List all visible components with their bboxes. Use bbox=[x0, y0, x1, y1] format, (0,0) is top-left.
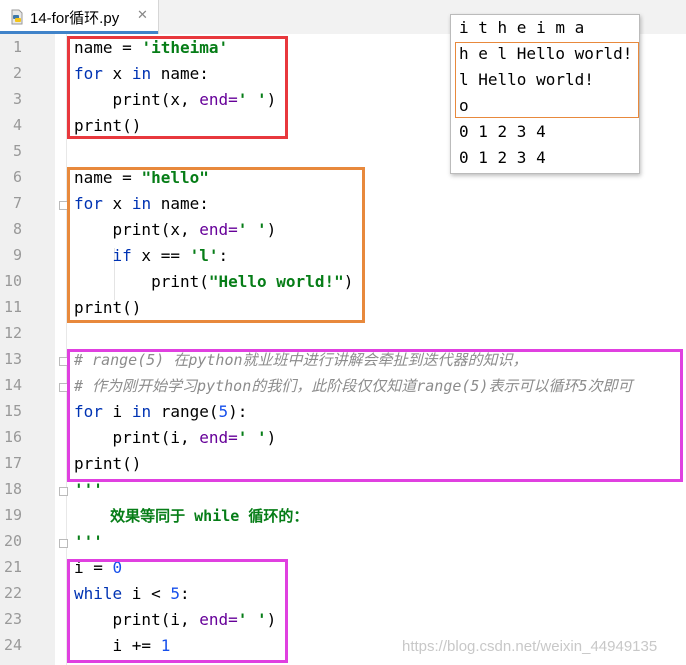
line-number: 24 bbox=[3, 636, 22, 654]
line-number: 19 bbox=[3, 506, 22, 524]
line-number: 13 bbox=[3, 350, 22, 368]
fold-marker-icon[interactable] bbox=[59, 487, 68, 496]
line-number: 17 bbox=[3, 454, 22, 472]
line-number: 20 bbox=[3, 532, 22, 550]
output-line: 0 1 2 3 4 bbox=[459, 122, 546, 141]
tab-file[interactable]: 14-for循环.py ✕ bbox=[0, 0, 159, 34]
line-number: 15 bbox=[3, 402, 22, 420]
line-number: 8 bbox=[12, 220, 22, 238]
line-number: 16 bbox=[3, 428, 22, 446]
output-line: h e l Hello world! bbox=[459, 44, 633, 63]
line-number: 9 bbox=[12, 246, 22, 264]
line-number: 5 bbox=[12, 142, 22, 160]
line-number: 12 bbox=[3, 324, 22, 342]
output-line: i t h e i m a bbox=[459, 18, 585, 37]
line-number: 2 bbox=[12, 64, 22, 82]
line-number: 23 bbox=[3, 610, 22, 628]
code-line-20[interactable]: ''' bbox=[74, 529, 103, 555]
line-number: 18 bbox=[3, 480, 22, 498]
tab-title: 14-for循环.py bbox=[30, 10, 120, 27]
close-icon[interactable]: ✕ bbox=[137, 8, 148, 23]
line-number: 7 bbox=[12, 194, 22, 212]
line-number: 3 bbox=[12, 90, 22, 108]
line-number: 10 bbox=[3, 272, 22, 290]
watermark: https://blog.csdn.net/weixin_44949135 bbox=[402, 638, 658, 655]
output-line: l Hello world! bbox=[459, 70, 594, 89]
highlight-box-red bbox=[67, 36, 288, 139]
line-number: 11 bbox=[3, 298, 22, 316]
line-number: 22 bbox=[3, 584, 22, 602]
highlight-box-magenta-2 bbox=[67, 559, 288, 663]
python-file-icon bbox=[11, 9, 23, 25]
highlight-box-orange bbox=[67, 167, 365, 323]
code-line-19[interactable]: 效果等同于 while 循环的： bbox=[74, 503, 308, 529]
line-number: 4 bbox=[12, 116, 22, 134]
line-number: 1 bbox=[12, 38, 22, 56]
fold-marker-icon[interactable] bbox=[59, 539, 68, 548]
console-output-panel: i t h e i m a h e l Hello world! l Hello… bbox=[450, 14, 640, 174]
line-number: 21 bbox=[3, 558, 22, 576]
output-line: 0 1 2 3 4 bbox=[459, 148, 546, 167]
output-line: o bbox=[459, 96, 469, 115]
highlight-box-magenta-1 bbox=[67, 349, 683, 482]
line-number: 6 bbox=[12, 168, 22, 186]
line-number-gutter: 1 2 3 4 5 6 7 8 9 10 11 12 13 14 15 16 1… bbox=[0, 34, 55, 665]
line-number: 14 bbox=[3, 376, 22, 394]
